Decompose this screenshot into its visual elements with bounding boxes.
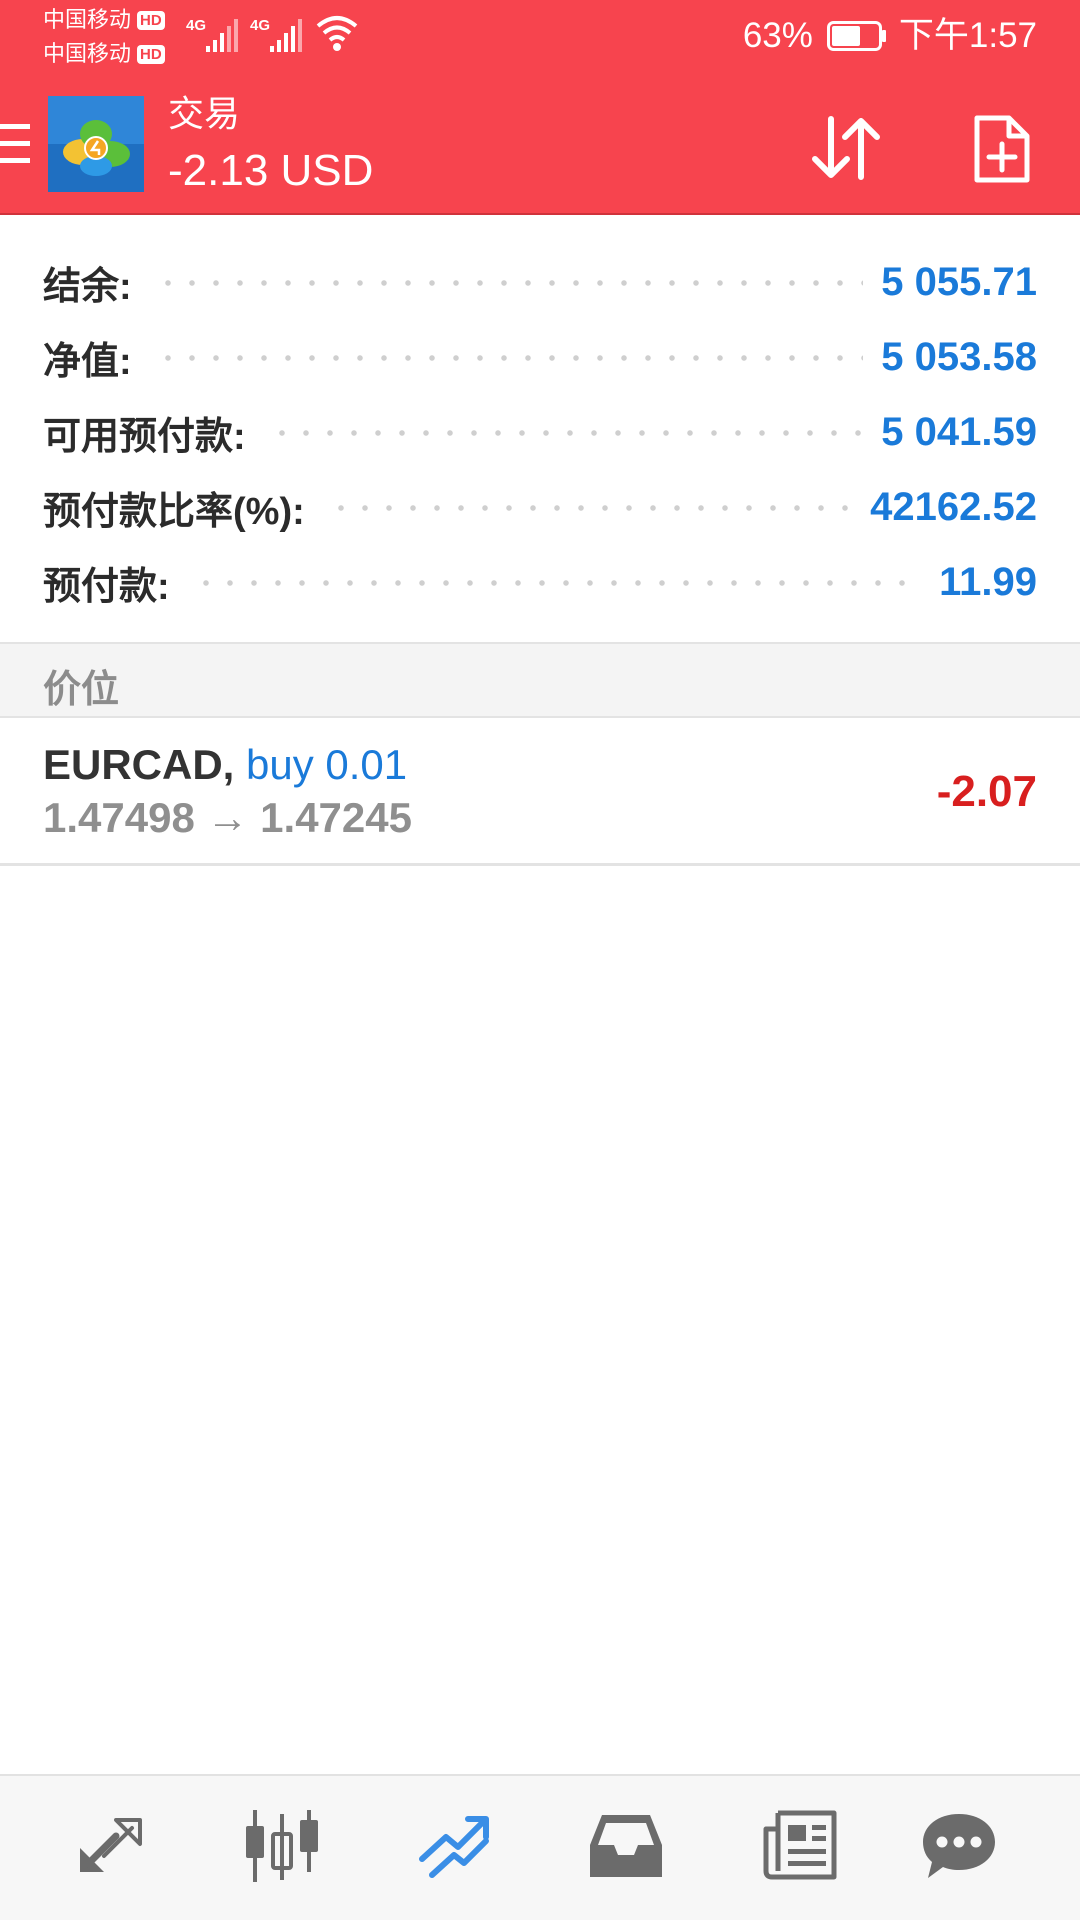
- signal-4g-icon: 4G: [250, 17, 302, 52]
- carrier-1-name: 中国移动: [43, 7, 132, 32]
- dotted-leader: [155, 338, 864, 377]
- new-order-button[interactable]: [965, 106, 1039, 192]
- app-bar: 交易 -2.13 USD: [0, 86, 1080, 213]
- carrier-2: 中国移动 HD: [43, 43, 165, 65]
- sort-arrows-icon: [812, 116, 880, 180]
- summary-value: 5 053.58: [881, 335, 1037, 379]
- position-prices: 1.47498 → 1.47245: [43, 793, 412, 843]
- summary-label: 净值:: [43, 341, 132, 383]
- carrier-2-name: 中国移动: [43, 41, 132, 66]
- account-summary: 结余: 5 055.71 净值: 5 053.58 可用预付款: 5 041.5…: [0, 245, 1080, 620]
- dotted-leader: [155, 263, 864, 302]
- app-header: 中国移动 HD 中国移动 HD 4G 4G 63% 下午1:57 交易 -2.1…: [0, 0, 1080, 215]
- summary-value: 5 055.71: [881, 260, 1037, 304]
- hd-badge: HD: [137, 10, 165, 30]
- open-price: 1.47498: [43, 794, 195, 841]
- bottom-navigation: [0, 1774, 1080, 1920]
- network-type: 4G: [250, 17, 270, 34]
- current-price: 1.47245: [260, 794, 412, 841]
- page-title: 交易: [168, 93, 241, 134]
- status-bar: 中国移动 HD 中国移动 HD 4G 4G 63% 下午1:57: [0, 0, 1080, 80]
- summary-label: 预付款比率(%):: [43, 491, 305, 533]
- nav-chat[interactable]: [919, 1806, 999, 1886]
- trade-icon: [419, 1816, 489, 1878]
- news-icon: [763, 1810, 837, 1880]
- summary-row-margin-level: 预付款比率(%): 42162.52: [0, 470, 1080, 545]
- summary-label: 结余:: [43, 266, 132, 308]
- total-profit: -2.13 USD: [168, 146, 374, 195]
- carrier-1: 中国移动 HD: [43, 9, 165, 31]
- dotted-leader: [269, 413, 864, 452]
- quotes-icon: [80, 1818, 142, 1872]
- chat-icon: [923, 1814, 995, 1878]
- nav-quotes[interactable]: [70, 1806, 150, 1886]
- nav-history[interactable]: [586, 1806, 666, 1886]
- summary-row-margin: 预付款: 11.99: [0, 545, 1080, 620]
- history-icon: [590, 1815, 662, 1877]
- chart-icon: [246, 1810, 318, 1882]
- position-header: EURCAD, buy 0.01: [43, 740, 407, 790]
- summary-row-balance: 结余: 5 055.71: [0, 245, 1080, 320]
- position-profit: -2.07: [936, 767, 1037, 816]
- summary-label: 可用预付款:: [43, 416, 246, 458]
- battery-percent: 63%: [742, 16, 813, 55]
- section-title: 价位: [43, 669, 120, 711]
- position-row[interactable]: EURCAD, buy 0.01 1.47498 → 1.47245 -2.07: [0, 718, 1080, 866]
- positions-section-header: 价位: [0, 642, 1080, 718]
- nav-news[interactable]: [760, 1806, 840, 1886]
- hamburger-icon[interactable]: [0, 122, 30, 166]
- summary-value: 11.99: [939, 560, 1037, 604]
- summary-value: 42162.52: [870, 485, 1037, 529]
- price-arrow: →: [206, 794, 249, 841]
- summary-row-free-margin: 可用预付款: 5 041.59: [0, 395, 1080, 470]
- summary-value: 5 041.59: [881, 410, 1037, 454]
- summary-label: 预付款:: [43, 566, 170, 608]
- status-right: 63% 下午1:57: [743, 16, 1037, 56]
- nav-trade[interactable]: [416, 1806, 496, 1886]
- dotted-leader: [328, 488, 853, 527]
- new-order-document-icon: [974, 115, 1030, 183]
- hd-badge: HD: [137, 44, 165, 64]
- sort-button[interactable]: [805, 108, 885, 188]
- signal-4g-icon: 4G: [186, 17, 238, 52]
- position-symbol: EURCAD,: [43, 741, 235, 788]
- network-type: 4G: [186, 17, 206, 34]
- nav-chart[interactable]: [242, 1806, 322, 1886]
- position-side: buy 0.01: [246, 741, 408, 788]
- metatrader-logo: [48, 96, 144, 192]
- battery-icon: [826, 21, 886, 51]
- wifi-icon: [316, 16, 358, 51]
- summary-row-equity: 净值: 5 053.58: [0, 320, 1080, 395]
- dotted-leader: [193, 563, 922, 602]
- clock: 下午1:57: [898, 16, 1037, 55]
